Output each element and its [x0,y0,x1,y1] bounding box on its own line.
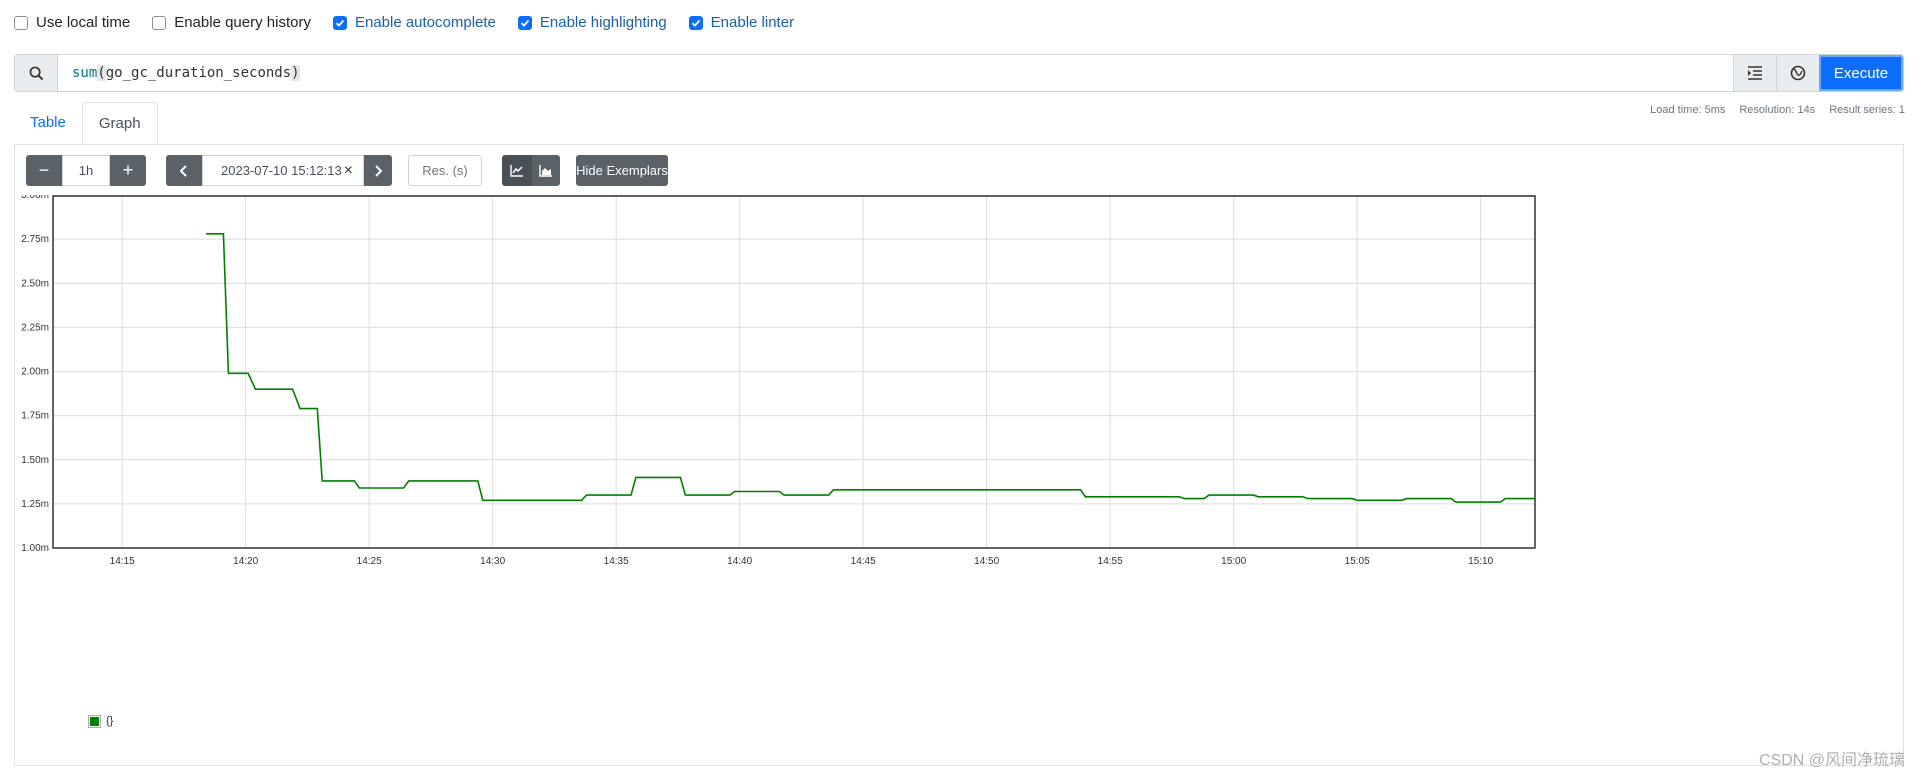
query-open-paren: ( [97,65,106,81]
y-tick-label: 1.00m [21,543,49,554]
series-line [206,232,1535,503]
x-tick-label: 14:30 [480,556,505,567]
query-stats: Load time: 5ms Resolution: 14s Result se… [1650,104,1905,116]
checkmark-icon [691,19,700,27]
x-tick-label: 14:40 [727,556,752,567]
result-series: Result series: 1 [1829,104,1905,116]
end-time-value: 2023-07-10 15:12:13 [221,163,342,178]
range-input[interactable]: 1h [62,155,110,186]
y-tick-label: 2.00m [21,367,49,378]
previous-time-button[interactable] [166,155,202,186]
metrics-explorer-button[interactable] [1776,55,1819,91]
y-tick-label: 1.50m [21,455,49,466]
checkmark-icon [520,19,530,27]
graph-controls: − 1h + 2023-07-10 15:12:13 × Res. (s) Hi… [26,155,668,186]
chart-type-group [502,155,560,186]
legend-label: {} [106,715,114,727]
option-enable-linter[interactable]: Enable linter [688,14,795,31]
query-expression-input[interactable]: sum(go_gc_duration_seconds) [58,55,1733,91]
watermark: CSDN @风间净琉璃 [1758,752,1905,769]
x-tick-label: 14:25 [357,556,382,567]
y-tick-label: 2.50m [21,278,49,289]
x-tick-label: 15:10 [1468,556,1493,567]
load-time: Load time: 5ms [1650,104,1726,116]
y-tick-label: 2.25m [21,322,49,333]
x-tick-label: 14:20 [233,556,258,567]
area-chart-icon [539,164,552,177]
chevron-left-icon [179,164,187,177]
resolution: Resolution: 14s [1739,104,1816,116]
option-label: Enable linter [710,14,795,31]
decrease-range-button[interactable]: − [26,155,62,186]
x-tick-label: 14:15 [110,556,135,567]
checkbox-checked[interactable] [688,15,703,30]
end-time-input[interactable]: 2023-07-10 15:12:13 × [202,155,364,186]
globe-icon [1790,65,1806,81]
search-icon [15,55,58,91]
option-enable-query-history[interactable]: Enable query history [152,14,311,31]
checkbox-checked[interactable] [517,15,532,30]
checkbox[interactable] [14,15,28,30]
format-expression-button[interactable] [1733,55,1776,91]
y-tick-label: 1.25m [21,499,49,510]
clear-time-button[interactable]: × [344,162,353,180]
next-time-button[interactable] [364,155,392,186]
options-bar: Use local time Enable query history Enab… [14,14,816,31]
x-tick-label: 14:55 [1098,556,1123,567]
query-metric: go_gc_duration_seconds [105,65,292,81]
view-tabs: Table Graph [14,102,158,144]
legend[interactable]: {} [88,714,114,728]
graph-panel: − 1h + 2023-07-10 15:12:13 × Res. (s) Hi… [14,144,1904,766]
x-tick-label: 14:45 [851,556,876,567]
y-tick-label: 3.00m [21,195,49,201]
option-use-local-time[interactable]: Use local time [14,14,130,31]
legend-swatch [88,714,101,728]
tab-table[interactable]: Table [14,102,82,144]
x-tick-label: 14:35 [604,556,629,567]
increase-range-button[interactable]: + [110,155,146,186]
x-tick-label: 15:05 [1345,556,1370,567]
stacked-chart-button[interactable] [532,155,560,186]
query-function: sum [72,65,98,81]
tab-graph[interactable]: Graph [81,102,158,144]
line-chart-icon [510,164,523,177]
line-chart-button[interactable] [502,155,532,186]
option-label: Use local time [36,14,131,31]
option-enable-autocomplete[interactable]: Enable autocomplete [332,14,496,31]
x-tick-label: 15:00 [1221,556,1246,567]
execute-button[interactable]: Execute [1819,55,1903,91]
format-icon [1748,66,1762,80]
query-bar: sum(go_gc_duration_seconds) Execute [14,54,1904,92]
graph-chart[interactable]: 1.00m 1.25m 1.50m 1.75m 2.00m 2.25m 2.50m 2.75m… [15,195,1903,705]
range-group: − 1h + [26,155,146,186]
x-tick-label: 14:50 [974,556,999,567]
option-label: Enable autocomplete [354,14,496,31]
checkmark-icon [335,19,345,27]
resolution-input[interactable] [408,155,482,186]
query-close-paren: ) [291,65,300,81]
y-tick-label: 1.75m [21,411,49,422]
end-time-group: 2023-07-10 15:12:13 × [166,155,392,186]
option-label: Enable highlighting [539,14,667,31]
y-tick-label: 2.75m [21,234,49,245]
chevron-right-icon [375,164,383,177]
checkbox-checked[interactable] [332,15,347,30]
option-label: Enable query history [174,14,311,31]
option-enable-highlighting[interactable]: Enable highlighting [517,14,667,31]
checkbox[interactable] [152,15,167,30]
hide-exemplars-button[interactable]: Hide Exemplars [576,155,668,186]
